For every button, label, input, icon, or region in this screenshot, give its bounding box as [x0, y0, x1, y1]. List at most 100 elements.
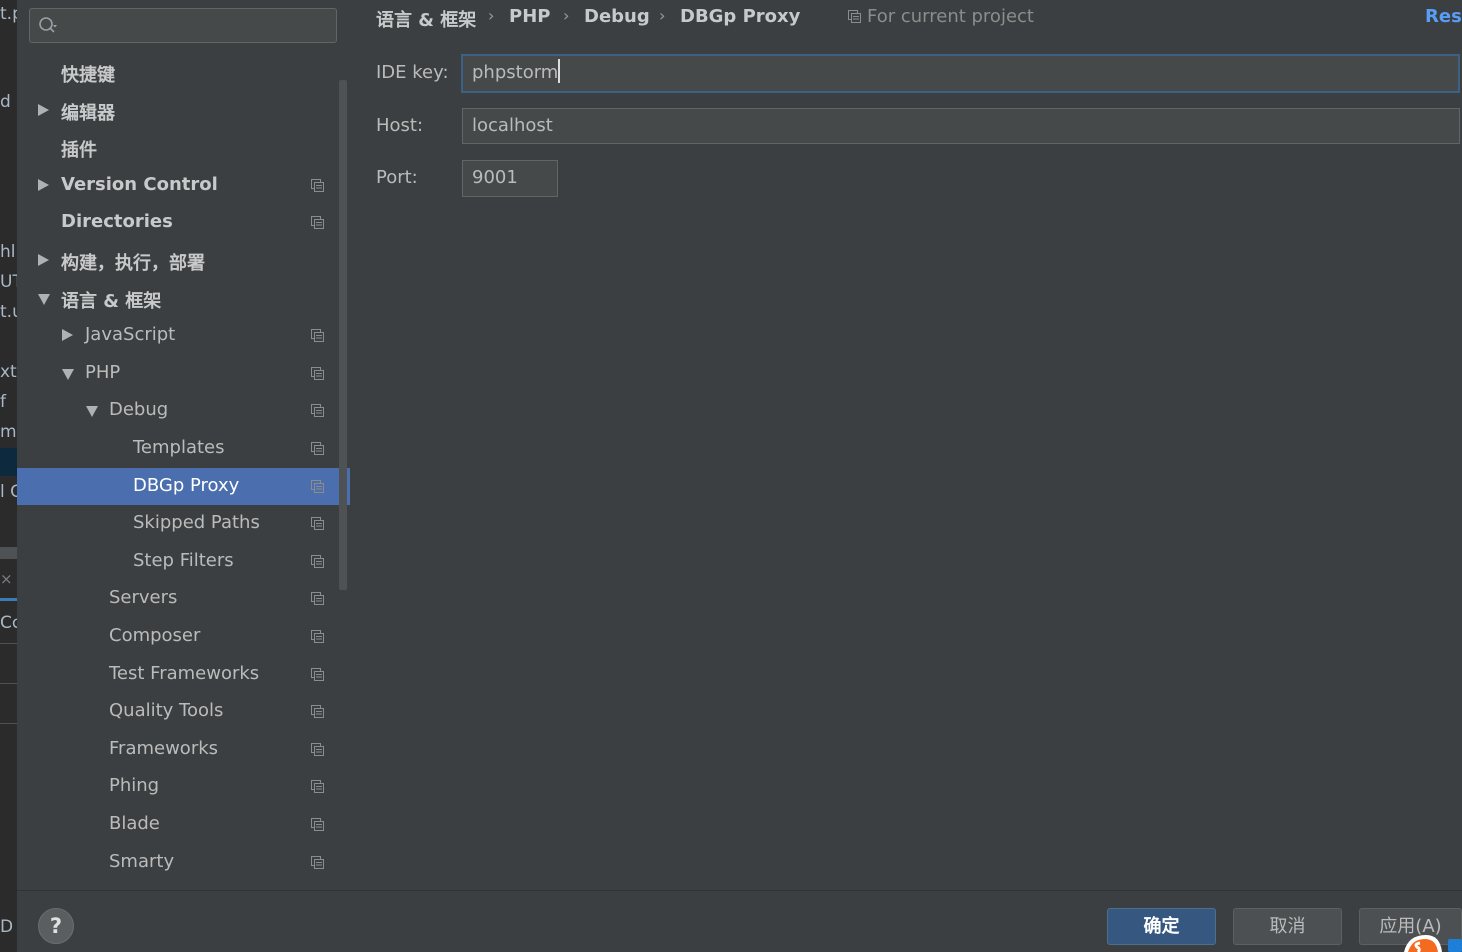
tree-item[interactable]: Smarty [17, 844, 350, 881]
editor-text-fragment: D [0, 917, 14, 937]
tree-item[interactable]: Composer [17, 618, 350, 655]
close-icon: × [0, 570, 13, 588]
editor-text-fragment: t.u [0, 302, 17, 322]
reset-link[interactable]: Reset [1425, 6, 1462, 27]
tree-item-label: Frameworks [109, 738, 219, 759]
tree-item[interactable]: Debug [17, 392, 350, 429]
tree-item[interactable]: Test Frameworks [17, 656, 350, 693]
project-scope-icon [311, 517, 324, 530]
tree-item-label: Blade [109, 813, 160, 834]
expand-right-arrow-icon[interactable] [38, 179, 49, 191]
project-scope-icon [311, 367, 324, 380]
tree-item[interactable]: 编辑器 [17, 92, 350, 129]
tree-item-label: Phing [109, 775, 160, 796]
tree-item-label: 快捷键 [61, 65, 115, 86]
breadcrumb-item[interactable]: Debug [584, 6, 650, 27]
expand-right-arrow-icon[interactable] [38, 254, 49, 266]
breadcrumb-separator-icon: › [659, 6, 666, 25]
ide-key-label: IDE key: [376, 62, 449, 83]
tree-item[interactable]: 构建，执行，部署 [17, 242, 350, 279]
search-icon [39, 17, 57, 33]
tree-item-label: DBGp Proxy [133, 475, 240, 496]
project-scope-icon [311, 780, 324, 793]
dialog-button-bar: ? 确定 取消 应用(A) [17, 890, 1462, 952]
editor-text-fragment: Cc [0, 613, 17, 633]
expand-right-arrow-icon[interactable] [38, 104, 49, 116]
tree-item-label: 语言 & 框架 [61, 291, 162, 312]
expand-right-arrow-icon[interactable] [62, 329, 73, 341]
editor-scrollbar [0, 547, 17, 559]
tree-item-label: Servers [109, 587, 178, 608]
settings-sidebar: 快捷键编辑器插件 Version Control Directories 构建，执行，… [17, 0, 350, 890]
breadcrumb-item[interactable]: 语言 & 框架 [376, 6, 476, 32]
tree-item[interactable]: PHP [17, 355, 350, 392]
editor-text-fragment: UT [0, 272, 17, 292]
port-field[interactable]: 9001 [462, 160, 558, 197]
editor-text-fragment: d [0, 92, 11, 112]
expand-down-arrow-icon[interactable] [86, 406, 98, 417]
project-scope-icon [311, 818, 324, 831]
tree-item[interactable]: 语言 & 框架 [17, 280, 350, 317]
expand-down-arrow-icon[interactable] [62, 369, 74, 380]
tree-item[interactable]: Blade [17, 806, 350, 843]
editor-divider [0, 643, 17, 644]
tree-item[interactable]: Version Control [17, 167, 350, 204]
editor-divider [0, 723, 17, 724]
tree-item-label: Step Filters [133, 550, 234, 571]
tree-item-label: Directories [61, 211, 173, 232]
sidebar-scrollbar[interactable] [339, 80, 347, 590]
ide-key-field[interactable]: phpstorm [461, 54, 1460, 93]
cancel-button[interactable]: 取消 [1233, 908, 1342, 945]
host-value: localhost [472, 115, 553, 136]
tree-item-label: Test Frameworks [109, 663, 260, 684]
ide-key-value: phpstorm [472, 62, 559, 83]
editor-selection-highlight [0, 448, 17, 476]
tree-item[interactable]: DBGp Proxy [17, 468, 350, 505]
breadcrumb-item: DBGp Proxy [680, 6, 801, 27]
editor-text-fragment: t.p [0, 4, 17, 24]
editor-divider [0, 683, 17, 684]
port-value: 9001 [472, 167, 518, 188]
editor-text-fragment: f [0, 392, 6, 412]
project-scope-icon [311, 480, 324, 493]
breadcrumb-separator-icon: › [488, 6, 495, 25]
tree-item[interactable]: 插件 [17, 129, 350, 166]
tree-item[interactable]: Quality Tools [17, 693, 350, 730]
tree-item[interactable]: 快捷键 [17, 54, 350, 91]
tree-item-label: Skipped Paths [133, 512, 260, 533]
project-scope-icon [311, 555, 324, 568]
expand-down-arrow-icon[interactable] [38, 294, 50, 305]
project-scope-icon [848, 10, 861, 23]
tree-item[interactable]: Templates [17, 430, 350, 467]
project-scope-icon [311, 442, 324, 455]
breadcrumb-item[interactable]: PHP [509, 6, 550, 27]
project-scope-icon [311, 179, 324, 192]
tree-item[interactable]: Step Filters [17, 543, 350, 580]
project-scope-icon [311, 329, 324, 342]
tree-item-label: 编辑器 [61, 103, 115, 124]
editor-text-fragment: l C [0, 482, 17, 502]
background-editor-strip: t.p d hl UT t.u xt f mc l C Cc D × [0, 0, 17, 952]
tree-item-label: 插件 [61, 140, 97, 161]
project-scope-icon [311, 630, 324, 643]
tree-item[interactable]: JavaScript [17, 317, 350, 354]
project-scope-icon [311, 743, 324, 756]
project-scope-icon [311, 856, 324, 869]
search-input[interactable] [29, 8, 337, 43]
project-scope-icon [311, 216, 324, 229]
tree-item-label: Smarty [109, 851, 175, 872]
tree-item[interactable]: Servers [17, 580, 350, 617]
help-button[interactable]: ? [38, 908, 74, 944]
tree-item[interactable]: Phing [17, 768, 350, 805]
breadcrumb-separator-icon: › [563, 6, 570, 25]
scope-indicator: For current project [848, 6, 1034, 27]
tree-item-label: Quality Tools [109, 700, 224, 721]
tree-item[interactable]: Frameworks [17, 731, 350, 768]
tree-item-label: Templates [133, 437, 225, 458]
ok-button[interactable]: 确定 [1107, 908, 1216, 945]
host-field[interactable]: localhost [462, 108, 1460, 144]
tree-item-label: 构建，执行，部署 [61, 253, 205, 274]
tree-item[interactable]: Skipped Paths [17, 505, 350, 542]
tree-item[interactable]: Directories [17, 204, 350, 241]
port-label: Port: [376, 167, 418, 188]
